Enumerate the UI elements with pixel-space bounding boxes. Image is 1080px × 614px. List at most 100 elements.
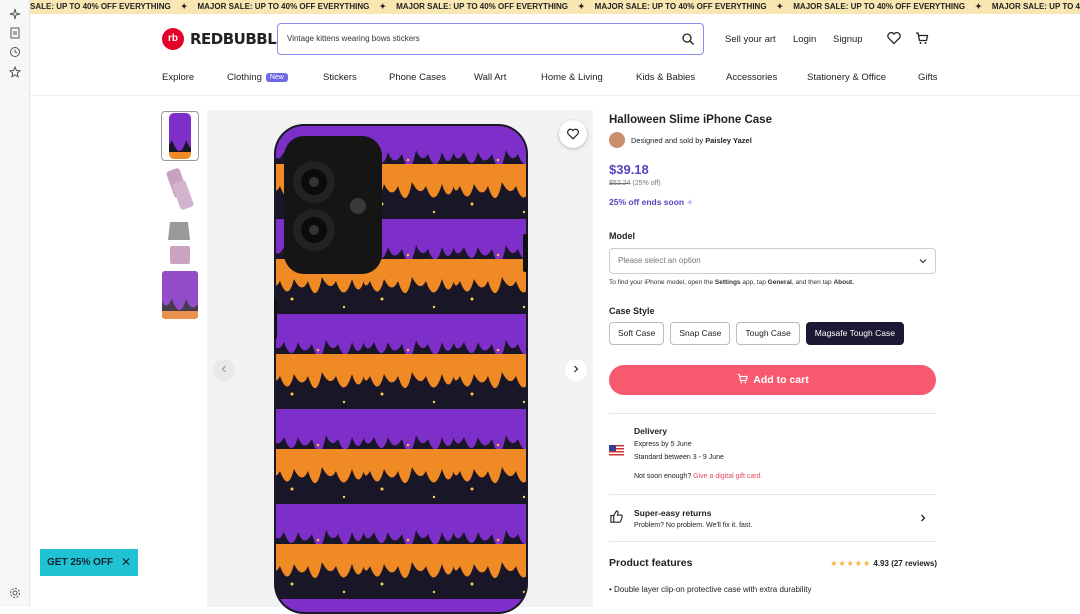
product-image[interactable] <box>274 124 528 614</box>
sale-banner-text: MAJOR SALE: UP TO 40% OFF EVERYTHING <box>991 2 1080 11</box>
nav-phone-cases[interactable]: Phone Cases <box>389 72 446 83</box>
product-features-header: Product features ★★★★★ 4.93 (27 reviews) <box>609 542 937 574</box>
thumbnail-case-profile[interactable] <box>162 218 198 266</box>
sale-banner-text: SALE: UP TO 40% OFF EVERYTHING <box>30 2 171 11</box>
search-input[interactable]: Vintage kittens wearing bows stickers <box>277 23 704 55</box>
product-details: Halloween Slime iPhone Case Designed and… <box>609 110 937 594</box>
nav-gifts[interactable]: Gifts <box>918 72 938 83</box>
model-label: Model <box>609 231 635 241</box>
sale-banner-text: MAJOR SALE: UP TO 40% OFF EVERYTHING <box>594 2 767 11</box>
redbubble-logo[interactable]: rb REDBUBBLE <box>162 28 287 50</box>
returns-text: Problem? No problem. We'll fix it. fast. <box>634 522 753 529</box>
case-style-options: Soft Case Snap Case Tough Case Magsafe T… <box>609 322 937 345</box>
product-title: Halloween Slime iPhone Case <box>609 114 772 126</box>
signup-link[interactable]: Signup <box>833 34 863 45</box>
close-icon[interactable]: ✕ <box>121 549 131 576</box>
model-hint: To find your iPhone model, open the Sett… <box>609 279 937 286</box>
thumbnail-list <box>161 111 199 324</box>
sparkle-icon[interactable] <box>8 7 22 21</box>
model-select[interactable]: Please select an option <box>609 248 936 274</box>
style-magsafe-tough-case-button[interactable]: Magsafe Tough Case <box>805 322 904 345</box>
logo-text: REDBUBBLE <box>190 30 287 48</box>
style-tough-case-button[interactable]: Tough Case <box>736 322 800 345</box>
sale-ends-text: 25% off ends soon ✦ <box>609 197 937 207</box>
style-soft-case-button[interactable]: Soft Case <box>609 322 665 345</box>
designed-by-text: Designed and sold by <box>631 135 704 145</box>
nav-stationery-office[interactable]: Stationery & Office <box>807 72 886 83</box>
hint-text: To find your iPhone model, open the <box>609 279 715 286</box>
sparkle-icon: ✦ <box>379 2 387 11</box>
delivery-title: Delivery <box>634 426 668 436</box>
sparkle-icon: ✦ <box>776 2 784 11</box>
search-icon[interactable] <box>681 32 695 46</box>
sparkle-icon: ✦ <box>686 198 694 207</box>
hint-text: app, tap <box>740 279 768 286</box>
settings-icon[interactable] <box>8 586 22 600</box>
site-header: rb REDBUBBLE Vintage kittens wearing bow… <box>30 14 1080 96</box>
sale-banner[interactable]: SALE: UP TO 40% OFF EVERYTHING ✦ MAJOR SAL… <box>30 0 1080 14</box>
sparkle-icon: ✦ <box>180 2 188 11</box>
gift-card-link[interactable]: Give a digital gift card. <box>693 473 762 480</box>
chevron-left-icon <box>221 365 226 373</box>
avatar[interactable] <box>609 132 625 148</box>
logo-mark: rb <box>162 28 184 50</box>
product-price: $39.18 <box>609 162 649 177</box>
nav-home-living[interactable]: Home & Living <box>541 72 603 83</box>
product-features-title: Product features <box>609 557 693 569</box>
sparkle-icon: ✦ <box>975 2 982 11</box>
heart-icon <box>567 128 579 140</box>
nav-kids-babies[interactable]: Kids & Babies <box>636 72 695 83</box>
discount-text: (25% off) <box>632 180 661 187</box>
nav-clothing[interactable]: Clothing New <box>227 72 288 83</box>
delivery-standard: Standard between 3 - 9 June <box>634 454 724 461</box>
hint-general: General <box>767 279 792 286</box>
favorite-button[interactable] <box>559 120 587 148</box>
artist-link[interactable]: Paisley Yazel <box>705 136 752 145</box>
model-placeholder: Please select an option <box>618 256 701 265</box>
cart-icon[interactable] <box>914 30 930 46</box>
get-discount-label: GET 25% OFF <box>47 557 114 568</box>
chevron-right-icon <box>921 514 926 522</box>
original-price: $52.24 <box>609 180 631 187</box>
sale-ends-label: 25% off ends soon <box>609 197 685 207</box>
document-icon[interactable] <box>8 26 22 40</box>
thumbnail-case-front[interactable] <box>161 111 199 161</box>
sale-banner-text: MAJOR SALE: UP TO 40% OFF EVERYTHING <box>793 2 966 11</box>
sell-your-art-link[interactable]: Sell your art <box>725 34 776 45</box>
nav-accessories[interactable]: Accessories <box>726 72 777 83</box>
previous-image-button[interactable] <box>213 359 235 381</box>
heart-icon[interactable] <box>886 30 902 46</box>
seller-info: Designed and sold by Paisley Yazel <box>609 132 937 148</box>
original-price-row: $52.24 (25% off) <box>609 180 937 187</box>
nav-clothing-label: Clothing <box>227 72 262 83</box>
delivery-section: Delivery Express by 5 June Standard betw… <box>609 414 937 494</box>
add-to-cart-button[interactable]: Add to cart <box>609 365 936 395</box>
nav-wall-art[interactable]: Wall Art <box>474 72 506 83</box>
us-flag-icon <box>609 445 624 456</box>
sale-banner-text: MAJOR SALE: UP TO 40% OFF EVERYTHING <box>396 2 568 11</box>
chevron-down-icon <box>919 259 927 264</box>
review-count: (27 reviews) <box>891 559 937 568</box>
hint-about: About. <box>833 279 855 286</box>
feature-bullet-text: Double layer clip-on protective case wit… <box>614 585 812 594</box>
hint-settings: Settings <box>714 279 741 286</box>
nav-stickers[interactable]: Stickers <box>323 72 357 83</box>
add-to-cart-label: Add to cart <box>753 374 809 386</box>
next-image-button[interactable] <box>565 359 587 381</box>
history-icon[interactable] <box>8 45 22 59</box>
case-style-label: Case Style <box>609 306 655 316</box>
search-value: Vintage kittens wearing bows stickers <box>287 34 420 43</box>
style-snap-case-button[interactable]: Snap Case <box>670 322 731 345</box>
thumbnail-pattern[interactable] <box>162 271 198 319</box>
not-soon-text: Not soon enough? <box>634 473 692 480</box>
rating-summary[interactable]: ★★★★★ 4.93 (27 reviews) <box>830 559 937 568</box>
get-discount-button[interactable]: GET 25% OFF ✕ <box>40 549 138 576</box>
sale-banner-text: MAJOR SALE: UP TO 40% OFF EVERYTHING <box>197 2 370 11</box>
nav-explore[interactable]: Explore <box>162 72 194 83</box>
sparkle-icon: ✦ <box>577 2 585 11</box>
star-icon[interactable] <box>8 65 22 79</box>
thumbnail-case-angle[interactable] <box>162 165 198 213</box>
returns-row[interactable]: Super-easy returns Problem? No problem. … <box>609 495 937 541</box>
returns-title: Super-easy returns <box>634 508 712 518</box>
login-link[interactable]: Login <box>793 34 816 45</box>
